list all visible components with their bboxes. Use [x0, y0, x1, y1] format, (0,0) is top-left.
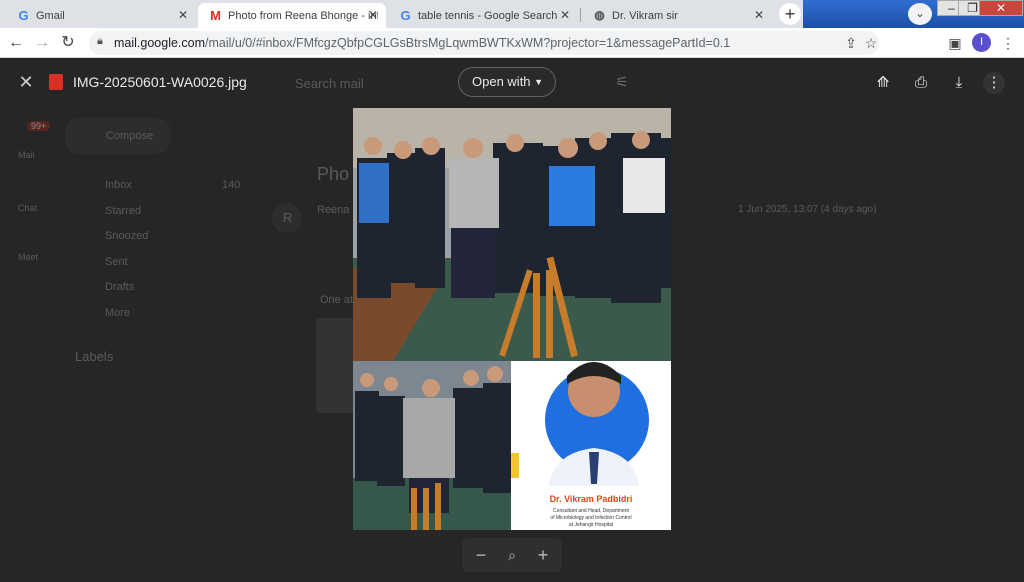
sender-initial: R: [283, 210, 293, 225]
nav-more: More: [105, 307, 131, 319]
google-icon: G: [400, 8, 411, 23]
tab-photo-from-reena[interactable]: M Photo from Reena Bhonge - infe ✕: [198, 3, 386, 28]
rail-chat: Chat: [18, 203, 38, 213]
side-panel-icon[interactable]: ▣: [945, 33, 965, 53]
tab-search-button[interactable]: ⌄: [908, 3, 932, 25]
caption-line-3: at Jehangir Hospital: [569, 522, 613, 528]
browser-toolbar: ← → ↻ 🔒︎ mail.google.com/mail/u/0/#inbox…: [0, 28, 1024, 58]
inbox-count: 140: [222, 179, 241, 191]
labels-heading: Labels: [75, 349, 114, 364]
tab-dr-vikram-sir[interactable]: ◍ Dr. Vikram sir ✕: [582, 3, 772, 28]
close-tab-icon[interactable]: ✕: [368, 8, 378, 22]
tab-label: Photo from Reena Bhonge - infe: [228, 9, 378, 22]
tab-table-tennis-search[interactable]: G table tennis - Google Search ✕: [388, 3, 578, 28]
email-date: 1 Jun 2025, 13:07 (4 days ago): [738, 204, 877, 215]
image-file-icon: [49, 74, 63, 90]
print-icon[interactable]: ⎙: [910, 72, 932, 94]
mail-badge: 99+: [27, 121, 51, 131]
globe-icon: ◍: [594, 8, 605, 22]
tab-label: table tennis - Google Search: [418, 9, 558, 22]
close-tab-icon[interactable]: ✕: [754, 8, 764, 22]
zoom-controls: − ⌕ +: [462, 538, 562, 572]
close-tab-icon[interactable]: ✕: [178, 8, 188, 22]
rail-meet: Meet: [18, 252, 39, 262]
tab-label: Gmail: [36, 9, 65, 22]
caret-down-icon: ▼: [534, 77, 543, 87]
forward-button[interactable]: →: [32, 33, 52, 53]
download-icon[interactable]: ⤓: [948, 72, 970, 94]
close-tab-icon[interactable]: ✕: [560, 8, 570, 22]
nav-snoozed: Snoozed: [105, 230, 149, 242]
nav-sent: Sent: [105, 256, 128, 268]
zoom-reset-icon[interactable]: ⌕: [501, 544, 523, 566]
tab-gmail[interactable]: G Gmail ✕: [6, 3, 196, 28]
photo-collage: Dr. Vikram Padbidri Consultant and Head,…: [353, 108, 671, 530]
gmail-icon: M: [210, 8, 221, 23]
add-to-drive-icon[interactable]: ⟰: [872, 72, 894, 94]
menu-kebab-icon[interactable]: ⋮: [998, 33, 1018, 53]
new-tab-button[interactable]: +: [779, 3, 801, 25]
google-icon: G: [18, 8, 29, 23]
attachment-thumb: [316, 318, 354, 413]
tab-separator: [580, 8, 581, 22]
back-button[interactable]: ←: [6, 33, 26, 53]
viewer-file-name: IMG-20250601-WA0026.jpg: [73, 74, 247, 90]
share-icon[interactable]: ⇪: [841, 33, 861, 53]
open-with-label: Open with: [472, 74, 531, 89]
browser-tab-bar: G Gmail ✕ M Photo from Reena Bhonge - in…: [0, 0, 1024, 28]
caption-line-1: Consultant and Head, Department: [553, 508, 629, 514]
compose-label: Compose: [106, 130, 154, 142]
address-bar[interactable]: 🔒︎ mail.google.com/mail/u/0/#inbox/FMfcg…: [89, 31, 879, 55]
zoom-out-button[interactable]: −: [470, 544, 492, 566]
filter-icon: ⚟: [615, 74, 629, 91]
attachment-image: Dr. Vikram Padbidri Consultant and Head,…: [353, 108, 671, 530]
caption-line-2: of Microbiology and Infection Control: [550, 515, 631, 521]
nav-drafts: Drafts: [105, 281, 135, 293]
bookmark-star-icon[interactable]: ☆: [861, 33, 881, 53]
nav-inbox: Inbox: [105, 179, 132, 191]
close-viewer-icon[interactable]: ✕: [16, 72, 36, 92]
url-text: mail.google.com/mail/u/0/#inbox/FMfcgzQb…: [114, 36, 731, 50]
rail-mail: Mail: [18, 150, 35, 160]
reload-button[interactable]: ↻: [58, 33, 78, 53]
sender-name: Reena: [317, 204, 350, 216]
doctor-name-caption: Dr. Vikram Padbidri: [550, 494, 633, 504]
search-placeholder: Search mail: [295, 76, 364, 91]
nav-starred: Starred: [105, 205, 142, 217]
open-with-button[interactable]: Open with ▼: [458, 67, 556, 97]
attachment-heading: One at: [320, 294, 354, 306]
email-subject: Pho: [317, 164, 350, 184]
tab-label: Dr. Vikram sir: [612, 9, 678, 22]
more-options-icon[interactable]: ⋮: [983, 72, 1005, 94]
zoom-in-button[interactable]: +: [532, 544, 554, 566]
profile-avatar[interactable]: I: [972, 33, 991, 52]
lock-icon: 🔒︎: [97, 35, 103, 47]
close-window-button[interactable]: ✕: [979, 0, 1023, 16]
